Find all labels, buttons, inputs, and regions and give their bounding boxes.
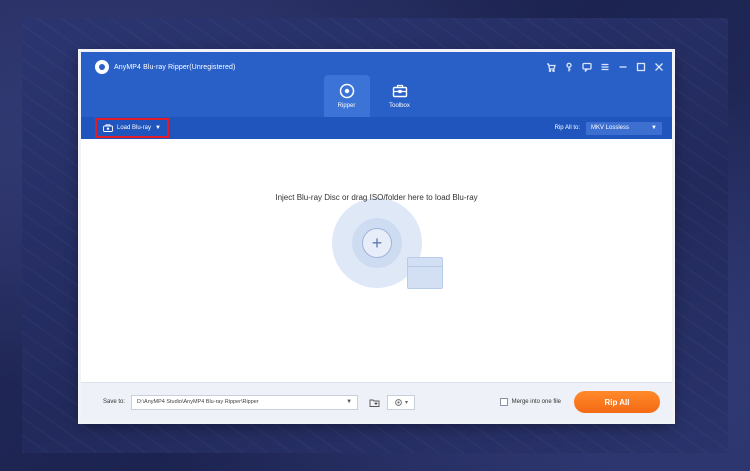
load-blu-ray-label: Load Blu-ray [117, 125, 152, 131]
rip-all-to-label: Rip All to: [554, 125, 580, 131]
tab-ripper[interactable]: Ripper [323, 75, 370, 117]
load-disc-icon [103, 124, 113, 132]
save-path-select[interactable]: D:\AnyMP4 Studio\AnyMP4 Blu-ray Ripper\R… [131, 394, 359, 410]
disc-icon [339, 83, 354, 99]
main-tabs: Ripper Toolbox [81, 75, 672, 117]
open-folder-button[interactable] [368, 396, 381, 409]
add-disc-button[interactable]: + [362, 228, 392, 258]
key-icon[interactable] [564, 62, 574, 72]
settings-button[interactable]: ▾ [387, 394, 416, 410]
tab-ripper-label: Ripper [337, 103, 356, 109]
close-icon[interactable] [654, 62, 664, 72]
drop-area[interactable]: + Inject Blu-ray Disc or drag ISO/folder… [81, 139, 672, 382]
save-path-value: D:\AnyMP4 Studio\AnyMP4 Blu-ray Ripper\R… [137, 399, 259, 405]
folder-icon [407, 257, 443, 289]
merge-label: Merge into one file [511, 399, 561, 405]
maximize-icon[interactable] [636, 62, 646, 72]
feedback-icon[interactable] [582, 62, 592, 72]
open-folder-icon [369, 399, 380, 407]
output-format-value: MKV Lossless [591, 125, 630, 131]
chevron-down-icon: ▼ [651, 125, 657, 131]
save-to-label: Save to: [103, 399, 126, 405]
minimize-icon[interactable] [618, 62, 628, 72]
chevron-down-icon: ▼ [346, 399, 353, 405]
output-format-select[interactable]: MKV Lossless ▼ [586, 121, 662, 135]
merge-option[interactable]: Merge into one file [499, 398, 561, 406]
drop-hint: Inject Blu-ray Disc or drag ISO/folder h… [275, 193, 478, 202]
load-blu-ray-button[interactable]: Load Blu-ray ▼ [95, 118, 169, 138]
window-controls [546, 62, 664, 72]
tab-toolbox-label: Toolbox [389, 103, 410, 109]
chevron-down-icon: ▾ [405, 399, 409, 406]
plus-icon: + [371, 233, 383, 253]
merge-checkbox[interactable] [499, 398, 508, 406]
app-title: AnyMP4 Blu-ray Ripper(Unregistered) [114, 63, 236, 71]
footer-bar: Save to: D:\AnyMP4 Studio\AnyMP4 Blu-ray… [81, 382, 672, 421]
app-logo-icon [95, 60, 109, 74]
app-window: AnyMP4 Blu-ray Ripper(Unregistered) Ripp… [81, 52, 672, 421]
toolbox-icon [392, 84, 407, 98]
cart-icon[interactable] [546, 62, 556, 72]
rip-all-to: Rip All to: MKV Lossless ▼ [554, 121, 662, 135]
tab-toolbox[interactable]: Toolbox [377, 75, 423, 117]
menu-icon[interactable] [600, 62, 610, 72]
toolbar: Load Blu-ray ▼ Rip All to: MKV Lossless … [81, 117, 672, 139]
chevron-down-icon: ▼ [155, 125, 161, 131]
gear-icon [395, 398, 402, 406]
rip-all-button[interactable]: Rip All [574, 391, 660, 413]
